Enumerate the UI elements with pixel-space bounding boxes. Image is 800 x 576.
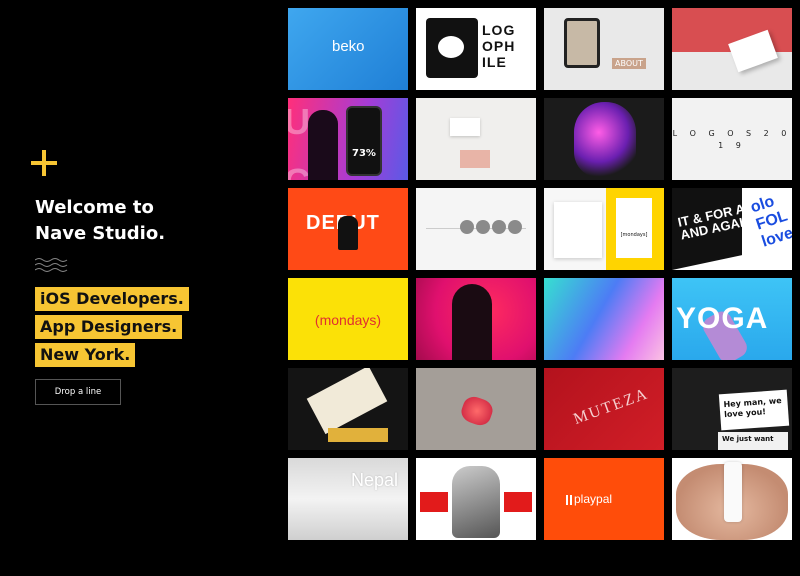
tile-title: Hey man, we love you!	[723, 396, 782, 420]
portfolio-tile-gradient[interactable]	[544, 278, 664, 360]
avatar	[476, 220, 490, 234]
portfolio-tile-mondays-merch[interactable]: [mondays]	[544, 188, 664, 270]
tile-title: MUTEZA	[571, 385, 652, 428]
wave-divider-icon	[35, 258, 68, 272]
portrait-silhouette	[308, 110, 338, 180]
tile-title: beko	[332, 38, 365, 55]
drop-a-line-button[interactable]: Drop a line	[35, 379, 121, 405]
tile-title: (mondays)	[314, 312, 382, 328]
portfolio-tile-product[interactable]	[672, 458, 792, 540]
tagline-list: iOS Developers. App Designers. New York.	[35, 287, 189, 371]
shirt-mockup	[554, 202, 602, 258]
welcome-line-1: Welcome to	[35, 197, 154, 218]
tagline-ios: iOS Developers.	[35, 287, 189, 311]
phone-stat: 73%	[352, 148, 376, 159]
3d-object-image	[458, 393, 496, 429]
background-letters: UC	[288, 101, 310, 180]
card-mockup: We just want	[718, 432, 788, 450]
portfolio-tile-debut[interactable]: DEBUT	[288, 188, 408, 270]
avatar	[492, 220, 506, 234]
portfolio-tile-playpal[interactable]: playpal	[544, 458, 664, 540]
tile-title: Nepal	[350, 470, 398, 490]
card-mockup: Hey man, we love you!	[718, 389, 790, 431]
playpal-logo-icon	[566, 495, 572, 505]
shirt-print: [mondays]	[616, 198, 652, 258]
portfolio-tile-mondays[interactable]: (mondays)	[288, 278, 408, 360]
tile-title: ABOUT	[612, 58, 646, 69]
tile-title: LOG OPH ILE	[482, 22, 516, 70]
tile-subtitle: We just want	[722, 435, 774, 443]
phone-mockup: 73%	[346, 106, 382, 176]
portfolio-tile-stationery[interactable]	[416, 98, 536, 180]
neon-face-image	[574, 102, 636, 178]
portfolio-tile-3d-object[interactable]	[416, 368, 536, 450]
portfolio-tile-tablet[interactable]: ABOUT	[544, 8, 664, 90]
avatar	[508, 220, 522, 234]
portfolio-tile-beko[interactable]: beko	[288, 8, 408, 90]
product-tube-image	[724, 462, 742, 522]
portfolio-tile-logos-2019[interactable]: L O G O S 2 0 1 9	[672, 98, 792, 180]
avatar	[460, 220, 474, 234]
portfolio-tile-logophile[interactable]: LOG OPH ILE	[416, 8, 536, 90]
card-mockup	[460, 150, 490, 168]
silhouette-image	[452, 284, 492, 360]
figure-silhouette	[338, 216, 358, 250]
tile-title: YOGA	[676, 302, 769, 335]
portfolio-tile-nepal[interactable]: Nepal	[288, 458, 408, 540]
red-block	[420, 492, 448, 512]
portfolio-tile-hey-man[interactable]: Hey man, we love you! We just want	[672, 368, 792, 450]
portfolio-tile-ui-circles[interactable]	[416, 188, 536, 270]
card-mockup	[306, 368, 388, 435]
welcome-line-2: Nave Studio.	[35, 223, 166, 244]
portfolio-tile-yoga[interactable]: YOGA	[672, 278, 792, 360]
tablet-mockup	[564, 18, 600, 68]
red-block	[504, 492, 532, 512]
portfolio-tile-app-gradient[interactable]: UC 73%	[288, 98, 408, 180]
portfolio-tile-muteza[interactable]: MUTEZA	[544, 368, 664, 450]
statue-image	[452, 466, 500, 538]
portfolio-tile-neon-face[interactable]	[544, 98, 664, 180]
portfolio-tile-business-card[interactable]	[672, 8, 792, 90]
portfolio-tile-statues[interactable]	[416, 458, 536, 540]
tagline-design: App Designers.	[35, 315, 183, 339]
card-mockup	[450, 118, 480, 136]
welcome-heading: Welcome to Nave Studio.	[35, 195, 255, 247]
gold-card	[328, 428, 388, 442]
plus-icon	[31, 150, 57, 176]
logo-mark	[426, 18, 478, 78]
portfolio-tile-typography[interactable]: IT & FOR AGAIN AND AGAIN olo FOL love	[672, 188, 792, 270]
tile-title: L O G O S 2 0 1 9	[672, 129, 792, 150]
portfolio-tile-print[interactable]	[288, 368, 408, 450]
portfolio-tile-pink-silhouette[interactable]	[416, 278, 536, 360]
portfolio-grid: beko LOG OPH ILE ABOUT UC 73% L O G O S …	[288, 8, 792, 540]
tile-title: playpal	[574, 492, 613, 506]
tagline-location: New York.	[35, 343, 136, 367]
